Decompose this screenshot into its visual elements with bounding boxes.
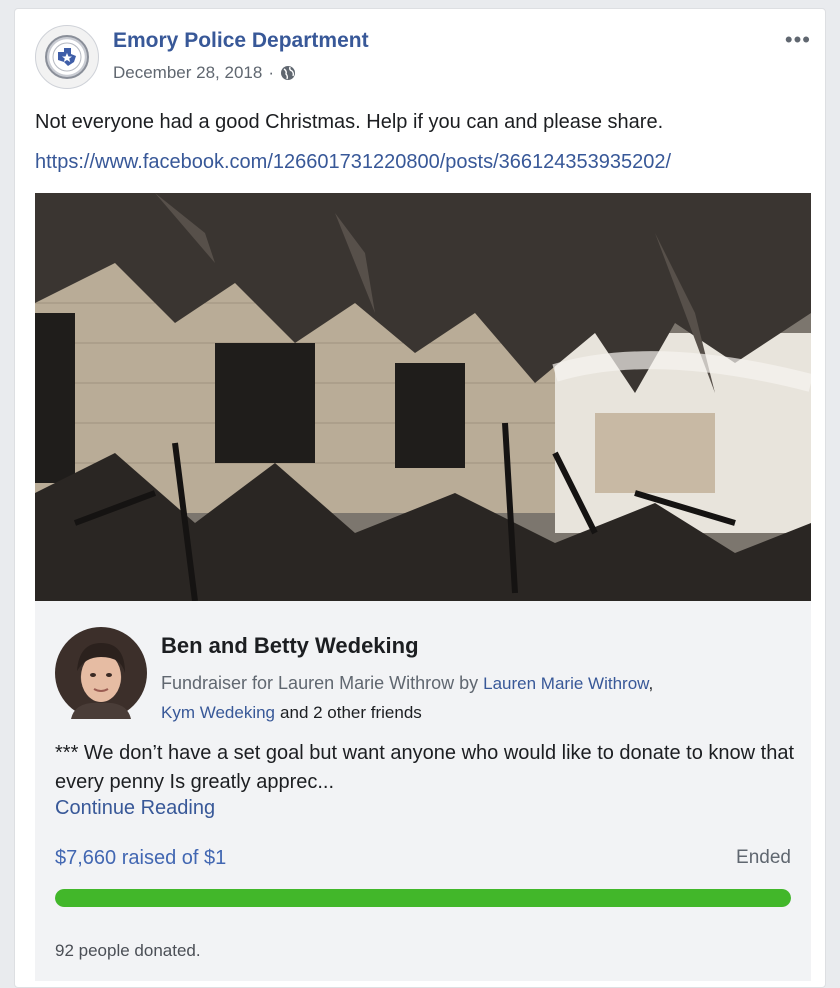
post-photo[interactable] xyxy=(35,193,811,601)
page-avatar[interactable] xyxy=(35,25,99,89)
comma-separator: , xyxy=(648,674,654,693)
friend-link-1[interactable]: Lauren Marie Withrow xyxy=(483,674,648,693)
burned-house-image xyxy=(35,193,811,601)
progress-bar-fill xyxy=(55,889,791,907)
fundraiser-title[interactable]: Ben and Betty Wedeking xyxy=(161,633,419,659)
post-meta: December 28, 2018 · xyxy=(113,63,296,83)
person-photo-icon xyxy=(71,643,131,719)
post-card: Emory Police Department December 28, 201… xyxy=(14,8,826,988)
status-label: Ended xyxy=(736,847,791,868)
post-text: Not everyone had a good Christmas. Help … xyxy=(35,111,664,133)
more-options-icon[interactable]: ••• xyxy=(785,27,811,53)
post-header: Emory Police Department December 28, 201… xyxy=(35,25,810,97)
progress-bar xyxy=(55,889,791,907)
donors-count: 92 people donated. xyxy=(55,941,201,960)
page-name[interactable]: Emory Police Department xyxy=(113,29,369,53)
fundraiser-avatar[interactable] xyxy=(55,627,147,719)
police-badge-icon xyxy=(45,35,89,79)
post-link[interactable]: https://www.facebook.com/126601731220800… xyxy=(35,151,671,174)
fundraiser-subtitle: Fundraiser for Lauren Marie Withrow by L… xyxy=(161,669,801,727)
fundraiser-for-text: Fundraiser for Lauren Marie Withrow by xyxy=(161,673,479,693)
raised-amount: $7,660 raised of $1 xyxy=(55,847,227,869)
fundraiser-panel[interactable]: Ben and Betty Wedeking Fundraiser for La… xyxy=(35,601,811,981)
meta-separator: · xyxy=(268,63,274,82)
other-friends-text: and 2 other friends xyxy=(280,703,422,722)
globe-icon[interactable] xyxy=(280,65,296,81)
friend-link-2[interactable]: Kym Wedeking xyxy=(161,703,275,722)
fundraiser-description: *** We don’t have a set goal but want an… xyxy=(55,742,795,793)
continue-reading-link[interactable]: Continue Reading xyxy=(55,797,215,820)
post-date[interactable]: December 28, 2018 xyxy=(113,63,262,83)
